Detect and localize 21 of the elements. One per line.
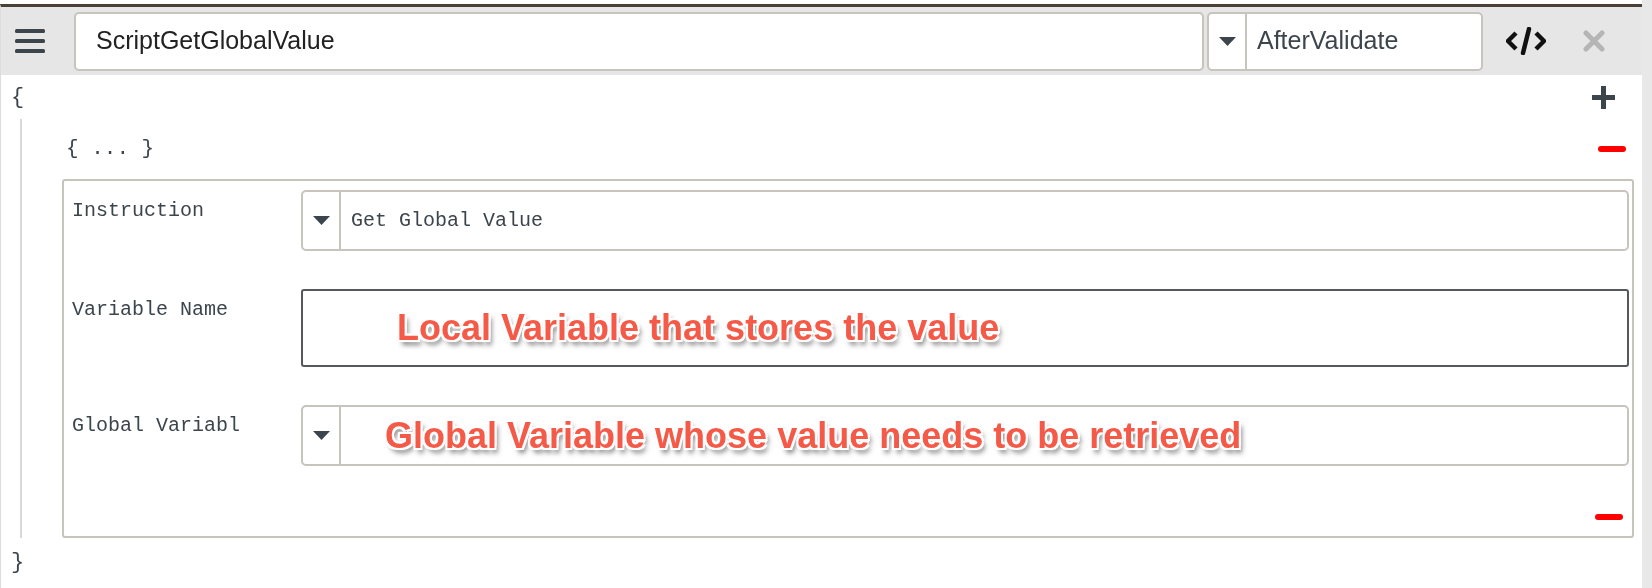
field-label: Instruction <box>72 198 206 224</box>
scroll-bar[interactable] <box>1642 0 1652 588</box>
remove-icon[interactable] <box>1598 146 1626 152</box>
caret-icon <box>312 431 330 440</box>
field-label: Global Variabl <box>72 413 242 439</box>
open-brace: { <box>11 83 25 112</box>
field-label: Variable Name <box>72 297 230 323</box>
caret-icon <box>1218 36 1236 46</box>
script-name-field[interactable]: ScriptGetGlobalValue <box>74 11 1204 71</box>
annotation-text: Global Variable whose value needs to be retrieved <box>385 413 1242 458</box>
add-icon[interactable] <box>1591 84 1616 110</box>
caret-icon <box>312 216 330 225</box>
code-icon[interactable] <box>1506 27 1546 55</box>
menu-icon[interactable] <box>15 28 45 54</box>
annotation-text: Local Variable that stores the value <box>397 306 1000 350</box>
event-dropdown[interactable]: AfterValidate <box>1207 11 1483 71</box>
collapsed-block[interactable]: { ... } <box>66 133 155 165</box>
close-brace: } <box>11 550 25 575</box>
remove-icon[interactable] <box>1595 514 1623 520</box>
dropdown-field[interactable]: Get Global Value <box>301 190 1629 251</box>
close-icon[interactable] <box>1583 30 1605 52</box>
